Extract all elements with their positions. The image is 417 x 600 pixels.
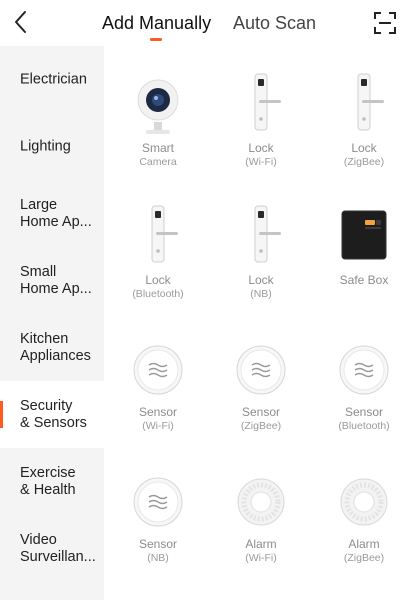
alarm-icon	[340, 478, 388, 526]
device-name: Alarm	[245, 537, 277, 551]
device-subtitle: (Bluetooth)	[338, 420, 390, 432]
device-subtitle: Camera	[139, 156, 177, 168]
back-arrow-icon[interactable]	[10, 9, 34, 35]
device-grid: Smart Camera Lock (Wi-Fi) Lock (ZigBee)	[104, 46, 417, 600]
sidebar-item-label: Video Surveillan...	[20, 531, 96, 565]
lock-icon	[254, 73, 281, 131]
device-name: Smart	[141, 141, 174, 155]
device-name: Sensor	[344, 405, 384, 419]
safe-box-icon	[341, 210, 387, 260]
sensor-icon	[133, 477, 183, 527]
sensor-icon	[133, 345, 183, 395]
lock-icon	[254, 205, 281, 263]
device-name: Sensor	[138, 537, 178, 551]
device-name: Safe Box	[339, 273, 389, 287]
sensor-icon	[236, 345, 286, 395]
device-sensor-wifi[interactable]: Sensor (Wi-Fi)	[106, 310, 210, 442]
lock-icon	[357, 73, 384, 131]
tab-auto-scan[interactable]: Auto Scan	[233, 12, 316, 34]
sidebar-item-label: Security & Sensors	[20, 397, 87, 431]
tab-add-manually[interactable]: Add Manually	[102, 12, 211, 34]
device-lock-wifi[interactable]: Lock (Wi-Fi)	[209, 46, 313, 178]
device-alarm-wifi[interactable]: Alarm (Wi-Fi)	[209, 442, 313, 574]
device-lock-zigbee[interactable]: Lock (ZigBee)	[312, 46, 416, 178]
device-subtitle: (Bluetooth)	[132, 288, 184, 300]
device-name: Sensor	[138, 405, 178, 419]
sidebar-item-label: Exercise & Health	[20, 464, 76, 498]
device-alarm-zigbee[interactable]: Alarm (ZigBee)	[312, 442, 416, 574]
device-safe-box[interactable]: Safe Box	[312, 178, 416, 310]
sidebar-item-small-home-appliances[interactable]: Small Home Ap...	[0, 247, 104, 314]
device-sensor-zigbee[interactable]: Sensor (ZigBee)	[209, 310, 313, 442]
alarm-icon	[237, 478, 285, 526]
device-name: Sensor	[241, 405, 281, 419]
sidebar-item-label: Small Home Ap...	[20, 263, 92, 297]
device-sensor-bluetooth[interactable]: Sensor (Bluetooth)	[312, 310, 416, 442]
device-subtitle: (ZigBee)	[240, 420, 282, 432]
device-lock-bluetooth[interactable]: Lock (Bluetooth)	[106, 178, 210, 310]
device-smart-camera[interactable]: Smart Camera	[106, 46, 210, 178]
selected-indicator	[0, 401, 3, 428]
category-sidebar: Electrician Lighting Large Home Ap... Sm…	[0, 46, 104, 600]
device-sensor-nb[interactable]: Sensor (NB)	[106, 442, 210, 574]
sidebar-item-lighting[interactable]: Lighting	[0, 113, 104, 180]
active-tab-indicator	[150, 38, 162, 41]
device-name: Lock	[351, 141, 377, 155]
camera-icon	[137, 79, 179, 134]
device-subtitle: (ZigBee)	[343, 156, 385, 168]
sidebar-item-exercise-health[interactable]: Exercise & Health	[0, 448, 104, 515]
sensor-icon	[339, 345, 389, 395]
device-subtitle: (ZigBee)	[343, 552, 385, 564]
device-name: Lock	[248, 273, 274, 287]
device-name: Lock	[145, 273, 171, 287]
lock-icon	[151, 205, 178, 263]
device-subtitle: (NB)	[250, 288, 272, 300]
device-subtitle: (Wi-Fi)	[142, 420, 174, 432]
sidebar-item-large-home-appliances[interactable]: Large Home Ap...	[0, 180, 104, 247]
device-name: Lock	[248, 141, 274, 155]
sidebar-item-video-surveillance[interactable]: Video Surveillan...	[0, 515, 104, 582]
device-lock-nb[interactable]: Lock (NB)	[209, 178, 313, 310]
sidebar-item-label: Lighting	[20, 138, 71, 154]
device-subtitle: (Wi-Fi)	[245, 156, 277, 168]
sidebar-item-label: Large Home Ap...	[20, 196, 92, 230]
device-subtitle: (Wi-Fi)	[245, 552, 277, 564]
device-subtitle: (NB)	[147, 552, 169, 564]
device-name: Alarm	[348, 537, 380, 551]
sidebar-item-label: Kitchen Appliances	[20, 330, 91, 364]
top-bar: Add Manually Auto Scan	[0, 0, 417, 46]
scan-icon[interactable]	[373, 11, 397, 35]
sidebar-item-security-sensors[interactable]: Security & Sensors	[0, 381, 104, 448]
sidebar-item-label: Electrician	[20, 71, 87, 87]
sidebar-item-electrician[interactable]: Electrician	[0, 46, 104, 113]
sidebar-item-kitchen-appliances[interactable]: Kitchen Appliances	[0, 314, 104, 381]
